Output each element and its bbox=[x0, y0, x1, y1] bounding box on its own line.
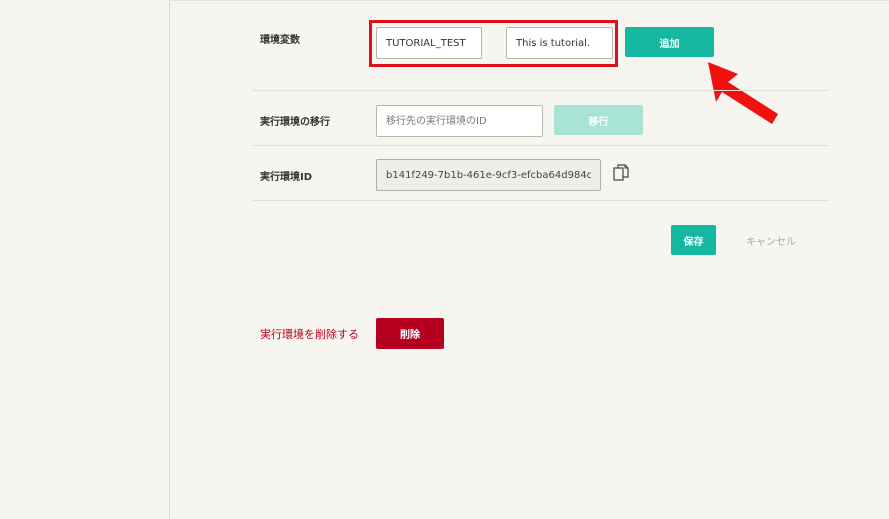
copy-icon[interactable] bbox=[613, 164, 629, 182]
env-var-value-input[interactable] bbox=[506, 27, 613, 59]
delete-env-label: 実行環境を削除する bbox=[260, 328, 359, 341]
migrate-button[interactable]: 移行 bbox=[554, 105, 643, 135]
migrate-label: 実行環境の移行 bbox=[260, 117, 330, 128]
divider bbox=[252, 145, 829, 146]
page: 環境変数 追加 実行環境の移行 移行 実行環境ID 保存 キャンセル 実行環境を… bbox=[0, 0, 889, 519]
env-id-label: 実行環境ID bbox=[260, 172, 313, 183]
divider bbox=[252, 90, 829, 91]
add-button[interactable]: 追加 bbox=[625, 27, 714, 57]
save-button[interactable]: 保存 bbox=[671, 225, 716, 255]
env-vars-label: 環境変数 bbox=[260, 35, 300, 46]
arrow-icon bbox=[708, 62, 778, 124]
env-id-field[interactable] bbox=[376, 159, 601, 191]
env-var-key-input[interactable] bbox=[376, 27, 482, 59]
migrate-target-input[interactable] bbox=[376, 105, 543, 137]
delete-button[interactable]: 削除 bbox=[376, 318, 444, 349]
sidebar bbox=[0, 0, 170, 519]
cancel-button[interactable]: キャンセル bbox=[734, 225, 808, 255]
divider bbox=[252, 200, 829, 201]
